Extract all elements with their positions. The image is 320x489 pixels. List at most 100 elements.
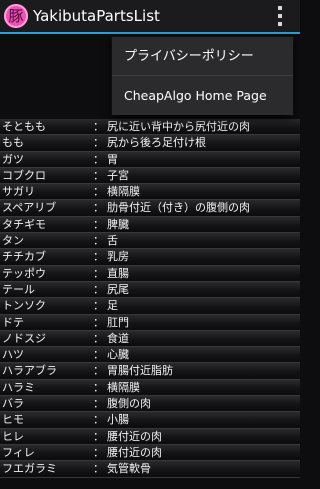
part-description: 脾臓 <box>107 217 129 231</box>
list-item[interactable]: ヒレ ：腰付近の肉 <box>0 428 300 445</box>
part-description: 横隔膜 <box>107 185 140 199</box>
app-title: YakibutaPartsList <box>33 7 160 25</box>
part-description: 食道 <box>107 331 129 345</box>
separator: ： <box>93 397 104 411</box>
list-item[interactable]: ガツ ：胃 <box>0 151 300 168</box>
list-item[interactable]: フエガラミ ：気管軟骨 <box>0 461 300 478</box>
list-item[interactable]: ノドスジ ：食道 <box>0 330 300 348</box>
list-item[interactable]: テール ：尻尾 <box>0 281 300 299</box>
part-name: タチギモ <box>2 217 46 231</box>
list-item[interactable]: コブクロ ：子宮 <box>0 167 300 185</box>
part-name: トンソク <box>2 299 46 313</box>
list-item[interactable]: タチギモ ：脾臓 <box>0 216 300 234</box>
part-description: 乳房 <box>107 250 129 264</box>
part-description: 足 <box>107 299 118 313</box>
part-name: ガツ <box>2 152 24 166</box>
separator: ： <box>93 234 104 248</box>
part-description: 肋骨付近（付き）の腹側の肉 <box>107 201 250 215</box>
part-description: 腰付近の肉 <box>107 429 162 443</box>
part-description: 横隔膜 <box>107 380 140 394</box>
part-description: 胃腸付近脂肪 <box>107 364 173 378</box>
app-logo-icon[interactable]: 豚 <box>4 4 28 28</box>
separator: ： <box>93 120 104 133</box>
part-description: 腹側の肉 <box>107 397 151 411</box>
part-description: 小腸 <box>107 413 129 427</box>
separator: ： <box>93 250 104 264</box>
part-name: ヒレ <box>2 429 24 443</box>
list-item[interactable]: バラ ：腹側の肉 <box>0 396 300 413</box>
part-description: 尻に近い背中から尻付近の肉 <box>107 120 250 133</box>
list-item[interactable]: サガリ ：横隔膜 <box>0 184 300 201</box>
part-name: テール <box>2 282 35 296</box>
menu-item-privacy-policy[interactable]: プライバシーポリシー <box>112 37 293 76</box>
list-item[interactable]: ハラミ ：横隔膜 <box>0 379 300 397</box>
part-name: ノドスジ <box>2 331 46 345</box>
list-item[interactable]: タン ：舌 <box>0 233 300 250</box>
part-name: フエガラミ <box>2 462 57 476</box>
list-item[interactable]: ハラアブラ ：胃腸付近脂肪 <box>0 363 300 380</box>
separator: ： <box>93 445 104 459</box>
part-name: ハラミ <box>2 380 35 394</box>
part-name: チチカブ <box>2 250 46 264</box>
separator: ： <box>93 201 104 215</box>
overflow-dot <box>278 6 282 10</box>
list-item[interactable]: ハツ ：心臓 <box>0 347 300 364</box>
part-name: ドテ <box>2 315 24 329</box>
part-name: サガリ <box>2 185 35 199</box>
separator: ： <box>93 462 104 476</box>
overflow-dot <box>278 14 282 18</box>
part-name: バラ <box>2 397 24 411</box>
separator: ： <box>93 331 104 345</box>
overflow-dot <box>278 22 282 26</box>
part-name: コブクロ <box>2 168 46 182</box>
part-name: ヒモ <box>2 413 24 427</box>
part-name: テッポウ <box>2 266 46 280</box>
part-name: ハツ <box>2 348 24 362</box>
separator: ： <box>93 266 104 280</box>
part-description: 腰付近の肉 <box>107 445 162 459</box>
separator: ： <box>93 380 104 394</box>
app-screen: 豚 YakibutaPartsList そともも：尻に近い背中から尻付近の肉 もも… <box>0 0 300 489</box>
list-item[interactable]: ヒモ ：小腸 <box>0 412 300 429</box>
part-description: 尻から後ろ足付け根 <box>107 136 206 150</box>
part-description: 舌 <box>107 234 118 248</box>
separator: ： <box>93 152 104 166</box>
list-item[interactable]: フィレ ：腰付近の肉 <box>0 444 300 462</box>
part-description: 心臓 <box>107 348 129 362</box>
app-logo-glyph: 豚 <box>8 6 24 25</box>
list-item[interactable]: そともも ：尻に近い背中から尻付近の肉 <box>0 119 300 136</box>
separator: ： <box>93 429 104 443</box>
separator: ： <box>93 168 104 182</box>
parts-list: そともも：尻に近い背中から尻付近の肉 もも：尻から後ろ足付け根 ガツ：胃コブクロ：子… <box>0 119 300 478</box>
list-item[interactable]: テッポウ ：直腸 <box>0 265 300 282</box>
list-item[interactable]: もも ：尻から後ろ足付け根 <box>0 135 300 152</box>
more-vertical-icon[interactable] <box>274 6 286 26</box>
action-bar: 豚 YakibutaPartsList <box>0 0 300 34</box>
separator: ： <box>93 364 104 378</box>
separator: ： <box>93 413 104 427</box>
part-name: スペアリブ <box>2 201 57 215</box>
menu-item-home-page[interactable]: CheapAlgo Home Page <box>112 76 293 115</box>
list-item[interactable]: ドテ ：肛門 <box>0 314 300 331</box>
part-name: ハラアブラ <box>2 364 57 378</box>
overflow-menu: プライバシーポリシー CheapAlgo Home Page <box>112 37 293 115</box>
separator: ： <box>93 348 104 362</box>
list-item[interactable]: チチカブ ：乳房 <box>0 249 300 266</box>
part-name: タン <box>2 234 24 248</box>
list-item[interactable]: スペアリブ ：肋骨付近（付き）の腹側の肉 <box>0 200 300 217</box>
separator: ： <box>93 136 104 150</box>
list-item[interactable]: トンソク ：足 <box>0 298 300 315</box>
separator: ： <box>93 185 104 199</box>
part-name: フィレ <box>2 445 35 459</box>
separator: ： <box>93 315 104 329</box>
separator: ： <box>93 299 104 313</box>
part-description: 直腸 <box>107 266 129 280</box>
part-description: 尻尾 <box>107 282 129 296</box>
part-name: そともも <box>2 120 46 133</box>
part-description: 子宮 <box>107 168 129 182</box>
part-name: もも <box>2 136 24 150</box>
separator: ： <box>93 217 104 231</box>
separator: ： <box>93 282 104 296</box>
part-description: 気管軟骨 <box>107 462 151 476</box>
part-description: 胃 <box>107 152 118 166</box>
